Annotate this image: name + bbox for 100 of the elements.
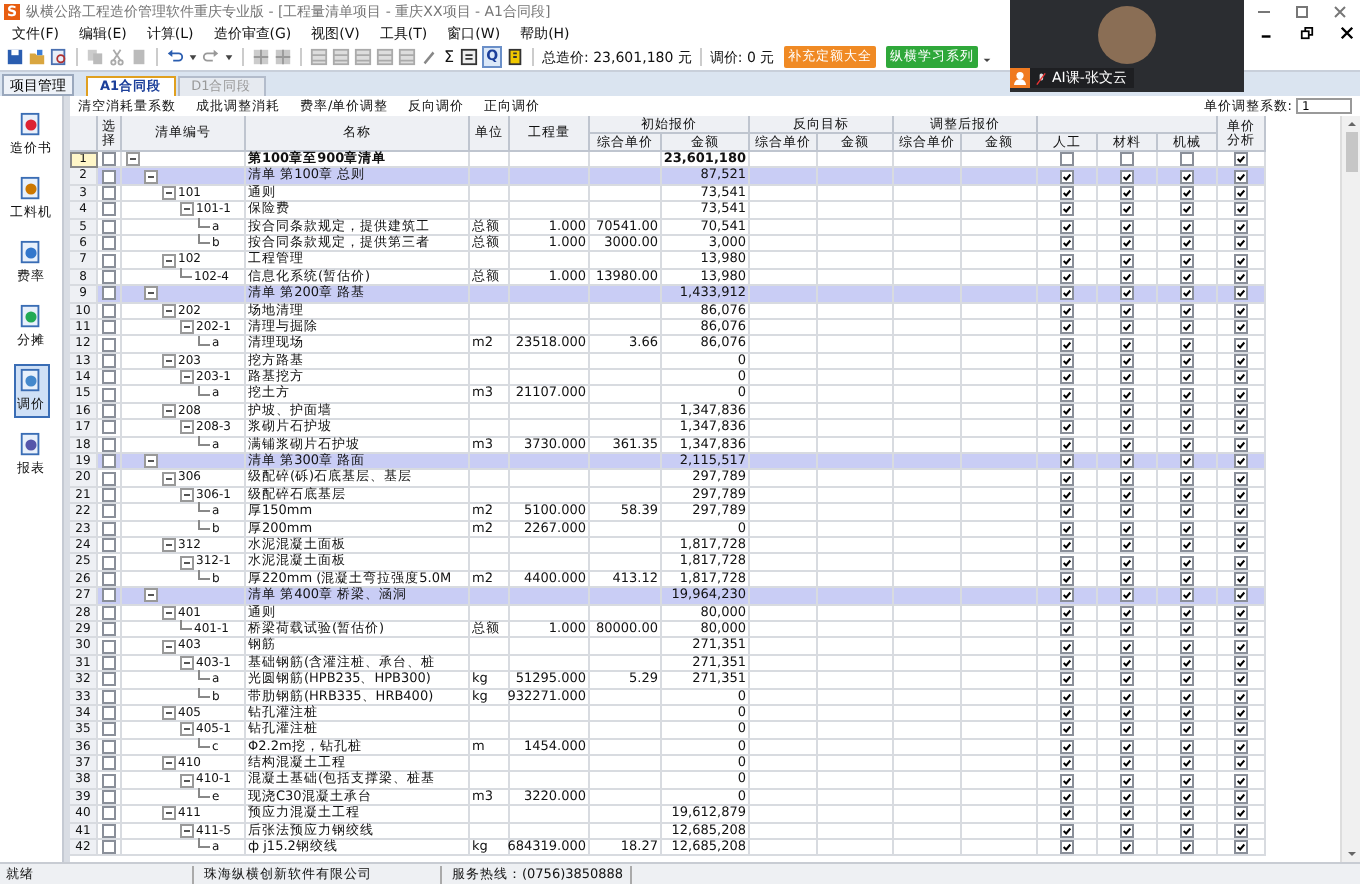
sum-button[interactable]: Σ: [442, 48, 457, 66]
checkbox[interactable]: [1234, 538, 1248, 553]
checkbox[interactable]: [102, 622, 116, 637]
checkbox[interactable]: [1060, 722, 1074, 737]
checkbox[interactable]: [102, 169, 116, 184]
checkbox[interactable]: [1060, 672, 1074, 687]
checkbox[interactable]: [1120, 538, 1134, 553]
checkbox[interactable]: [1060, 806, 1074, 821]
checkbox[interactable]: [102, 706, 116, 721]
checkbox[interactable]: [1234, 773, 1248, 788]
checkbox[interactable]: [102, 488, 116, 503]
checkbox[interactable]: [1120, 320, 1134, 335]
checkbox[interactable]: [1234, 337, 1248, 351]
checkbox[interactable]: [1120, 706, 1134, 721]
checkbox[interactable]: [1234, 387, 1248, 402]
checkbox[interactable]: [1234, 253, 1248, 268]
checkbox[interactable]: [1234, 169, 1248, 184]
checkbox[interactable]: [1120, 286, 1134, 301]
checkbox[interactable]: [102, 756, 116, 771]
checkbox[interactable]: [1180, 790, 1194, 805]
checkbox[interactable]: [1180, 387, 1194, 402]
checkbox[interactable]: [1234, 722, 1248, 737]
checkbox[interactable]: [1060, 588, 1074, 603]
collapse-icon[interactable]: [162, 253, 176, 268]
checkbox[interactable]: [1120, 236, 1134, 251]
checkbox[interactable]: [1120, 420, 1134, 435]
checkbox[interactable]: [1120, 622, 1134, 637]
checkbox[interactable]: [1180, 706, 1194, 721]
checkbox[interactable]: [1060, 253, 1074, 268]
checkbox[interactable]: [1180, 169, 1194, 184]
checkbox[interactable]: [1060, 404, 1074, 419]
checkbox[interactable]: [1234, 672, 1248, 687]
checkbox[interactable]: [1180, 454, 1194, 469]
checkbox[interactable]: [102, 454, 116, 469]
checkbox[interactable]: [102, 538, 116, 553]
checkbox[interactable]: [1234, 555, 1248, 570]
checkbox[interactable]: [102, 806, 116, 821]
checkbox[interactable]: [1180, 538, 1194, 553]
checkbox[interactable]: [1060, 555, 1074, 570]
checkbox[interactable]: [1120, 806, 1134, 821]
checkbox[interactable]: [1120, 387, 1134, 402]
checkbox[interactable]: [102, 152, 116, 167]
checkbox[interactable]: [1060, 773, 1074, 788]
checkbox[interactable]: [102, 236, 116, 251]
checkbox[interactable]: [1234, 840, 1248, 855]
checkbox[interactable]: [1180, 840, 1194, 855]
checkbox[interactable]: [102, 253, 116, 268]
checkbox[interactable]: [102, 672, 116, 687]
checkbox[interactable]: [1180, 404, 1194, 419]
checkbox[interactable]: [1180, 588, 1194, 603]
checkbox[interactable]: [1120, 253, 1134, 268]
grid-icon[interactable]: [274, 48, 292, 66]
checkbox[interactable]: [102, 588, 116, 603]
checkbox[interactable]: [1180, 337, 1194, 351]
checkbox[interactable]: [1060, 169, 1074, 184]
checkbox[interactable]: [102, 286, 116, 301]
checkbox[interactable]: [1234, 420, 1248, 435]
checkbox[interactable]: [1234, 790, 1248, 805]
checkbox[interactable]: [1120, 202, 1134, 217]
checkbox[interactable]: [1180, 504, 1194, 519]
checkbox[interactable]: [1234, 756, 1248, 771]
brush-icon[interactable]: [420, 48, 438, 66]
checkbox[interactable]: [1180, 152, 1194, 167]
checkbox[interactable]: [1180, 202, 1194, 217]
checkbox[interactable]: [1120, 672, 1134, 687]
book-icon[interactable]: [506, 48, 525, 66]
checkbox[interactable]: [1234, 471, 1248, 486]
checkbox[interactable]: [1060, 538, 1074, 553]
checkbox[interactable]: [1234, 202, 1248, 217]
checkbox[interactable]: [102, 555, 116, 570]
checkbox[interactable]: [1120, 840, 1134, 855]
checkbox[interactable]: [1060, 840, 1074, 855]
checkbox[interactable]: [102, 337, 116, 351]
checkbox[interactable]: [1060, 152, 1074, 167]
checkbox[interactable]: [1120, 488, 1134, 503]
checkbox[interactable]: [1234, 236, 1248, 251]
checkbox[interactable]: [1234, 806, 1248, 821]
checkbox[interactable]: [1120, 773, 1134, 788]
magnifier-icon[interactable]: [50, 48, 68, 66]
checkbox[interactable]: [1180, 236, 1194, 251]
checkbox[interactable]: [1120, 639, 1134, 654]
checkbox[interactable]: [1234, 588, 1248, 603]
checkbox[interactable]: [102, 202, 116, 217]
checkbox[interactable]: [1060, 236, 1074, 251]
checkbox[interactable]: [1120, 337, 1134, 351]
vertical-scrollbar[interactable]: [1340, 116, 1360, 862]
calculator-icon[interactable]: [460, 48, 479, 66]
checkbox[interactable]: [1060, 286, 1074, 301]
checkbox[interactable]: [1234, 622, 1248, 637]
restore-icon[interactable]: [1300, 26, 1314, 40]
checkbox[interactable]: [1120, 404, 1134, 419]
checkbox[interactable]: [102, 370, 116, 385]
checkbox[interactable]: [1120, 588, 1134, 603]
checkbox[interactable]: [1060, 420, 1074, 435]
checkbox[interactable]: [1120, 169, 1134, 184]
checkbox[interactable]: [1180, 471, 1194, 486]
checkbox[interactable]: [1234, 454, 1248, 469]
checkbox[interactable]: [102, 840, 116, 855]
checkbox[interactable]: [102, 639, 116, 654]
checkbox[interactable]: [1234, 286, 1248, 301]
